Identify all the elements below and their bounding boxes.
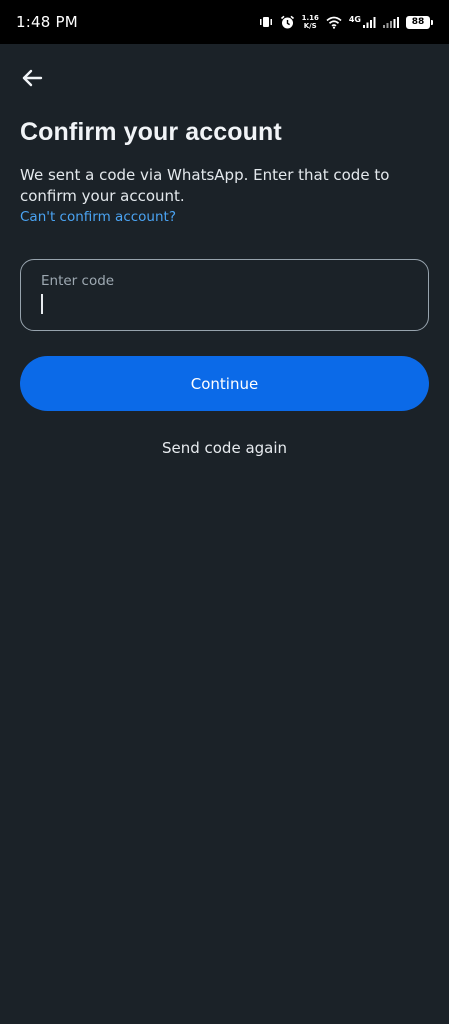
code-input[interactable] [41, 293, 408, 315]
send-code-again-button[interactable]: Send code again [20, 436, 429, 460]
wifi-icon [326, 16, 342, 29]
signal-icon [383, 17, 399, 28]
status-icons: 1.16 K/S 4G 88 [259, 14, 433, 30]
cant-confirm-link[interactable]: Can't confirm account? [20, 209, 176, 225]
network-type: 4G [348, 15, 361, 24]
code-field-label: Enter code [41, 273, 115, 289]
back-button[interactable] [14, 60, 50, 96]
battery-level: 88 [406, 15, 430, 29]
text-caret [41, 294, 43, 314]
status-time: 1:48 PM [16, 13, 78, 31]
network-speed-unit: K/S [303, 22, 317, 30]
vibrate-icon [259, 17, 272, 27]
arrow-left-icon [22, 69, 43, 87]
signal-icon [363, 17, 376, 28]
battery-icon: 88 [406, 15, 433, 29]
network-speed-value: 1.16 [301, 14, 319, 22]
alarm-icon [280, 15, 294, 28]
page-description: We sent a code via WhatsApp. Enter that … [20, 166, 390, 205]
code-field[interactable]: Enter code [20, 259, 429, 331]
network-speed: 1.16 K/S [302, 14, 319, 30]
page-title: Confirm your account [20, 118, 282, 146]
status-bar: 1:48 PM 1.16 K/S 4G 88 [0, 0, 449, 44]
signal-group-primary: 4G [349, 16, 376, 28]
battery-tip [431, 19, 433, 25]
continue-button[interactable]: Continue [20, 356, 429, 411]
